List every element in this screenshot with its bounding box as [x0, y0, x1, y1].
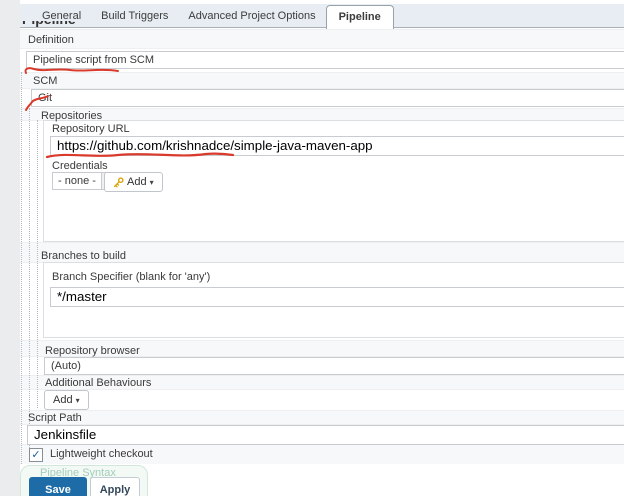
add-behaviour-button[interactable]: Add ▾ — [44, 390, 89, 410]
tab-general[interactable]: General — [32, 10, 91, 22]
check-icon: ✓ — [31, 449, 40, 461]
repository-browser-select[interactable]: (Auto) — [44, 357, 624, 375]
repository-url-input[interactable] — [50, 136, 624, 156]
caret-down-icon: ▾ — [76, 396, 80, 405]
row-stripe — [20, 29, 624, 49]
clipped-section-heading: Pipeline — [22, 21, 92, 28]
add-credentials-button[interactable]: Add ▾ — [104, 172, 163, 192]
page-left-gutter — [0, 0, 20, 496]
repository-url-label: Repository URL — [52, 123, 130, 135]
repositories-label: Repositories — [41, 110, 102, 122]
branches-to-build-label: Branches to build — [41, 250, 126, 262]
apply-button[interactable]: Apply — [90, 477, 140, 496]
branch-specifier-label: Branch Specifier (blank for 'any') — [52, 271, 210, 283]
additional-behaviours-label: Additional Behaviours — [45, 377, 151, 389]
indent-guide — [21, 72, 22, 464]
jenkins-pipeline-config-page: General Build Triggers Advanced Project … — [0, 0, 624, 496]
tab-pipeline[interactable]: Pipeline — [326, 5, 394, 29]
script-path-label: Script Path — [28, 412, 82, 424]
lightweight-checkout-checkbox[interactable]: ✓ — [29, 448, 43, 462]
save-button[interactable]: Save — [29, 477, 87, 496]
definition-select[interactable]: Pipeline script from SCM — [26, 51, 624, 69]
credentials-label: Credentials — [52, 160, 108, 172]
tab-build-triggers[interactable]: Build Triggers — [91, 10, 178, 22]
caret-down-icon: ▾ — [150, 178, 154, 187]
credentials-selected-value: - none - — [52, 172, 102, 190]
add-behaviour-label: Add — [53, 394, 73, 406]
row-stripe — [20, 410, 624, 425]
row-stripe — [20, 389, 624, 411]
add-credentials-label: Add — [127, 176, 147, 188]
scm-label: SCM — [33, 75, 57, 87]
indent-guide — [37, 120, 38, 408]
row-stripe — [20, 72, 624, 89]
branch-specifier-input[interactable] — [50, 287, 624, 307]
scm-select[interactable]: Git — [31, 89, 624, 107]
key-icon — [113, 177, 124, 188]
script-path-input[interactable] — [27, 425, 624, 445]
lightweight-checkout-label: Lightweight checkout — [50, 448, 153, 460]
indent-guide — [29, 108, 30, 452]
definition-label: Definition — [28, 34, 74, 46]
tab-advanced-project-options[interactable]: Advanced Project Options — [178, 10, 325, 22]
repository-browser-label: Repository browser — [45, 345, 140, 357]
config-tab-bar: General Build Triggers Advanced Project … — [20, 4, 624, 28]
